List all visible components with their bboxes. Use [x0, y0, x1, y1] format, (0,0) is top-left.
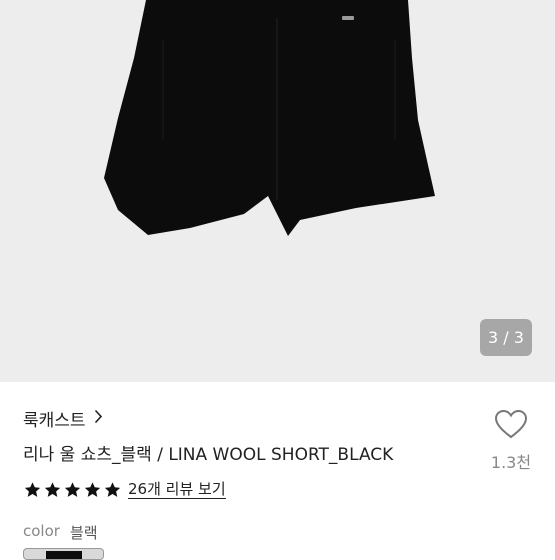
- color-label: color: [23, 522, 60, 540]
- product-image: [104, 0, 435, 236]
- product-title: 리나 울 쇼츠_블랙 / LINA WOOL SHORT_BLACK: [23, 445, 394, 465]
- like-button[interactable]: 1.3천: [486, 408, 536, 473]
- star-icon: [104, 482, 121, 497]
- rating-row: 26개 리뷰 보기: [23, 481, 226, 499]
- star-icon: [64, 482, 81, 497]
- swatch-thumbnail: [46, 551, 82, 559]
- color-option-row: color 블랙: [23, 522, 98, 543]
- review-link[interactable]: 26개 리뷰 보기: [128, 481, 226, 499]
- star-icon: [24, 482, 41, 497]
- brand-link[interactable]: 룩캐스트: [23, 406, 103, 431]
- color-swatch[interactable]: [23, 548, 104, 560]
- like-count: 1.3천: [490, 453, 532, 472]
- brand-name: 룩캐스트: [23, 411, 86, 431]
- rating-stars: [23, 481, 123, 499]
- star-icon: [84, 482, 101, 497]
- product-image-gallery[interactable]: 3 / 3: [0, 0, 555, 382]
- image-counter: 3 / 3: [480, 319, 532, 356]
- chevron-right-icon: [94, 409, 103, 428]
- heart-icon: [494, 409, 528, 439]
- star-icon: [44, 482, 61, 497]
- color-value: 블랙: [69, 524, 98, 542]
